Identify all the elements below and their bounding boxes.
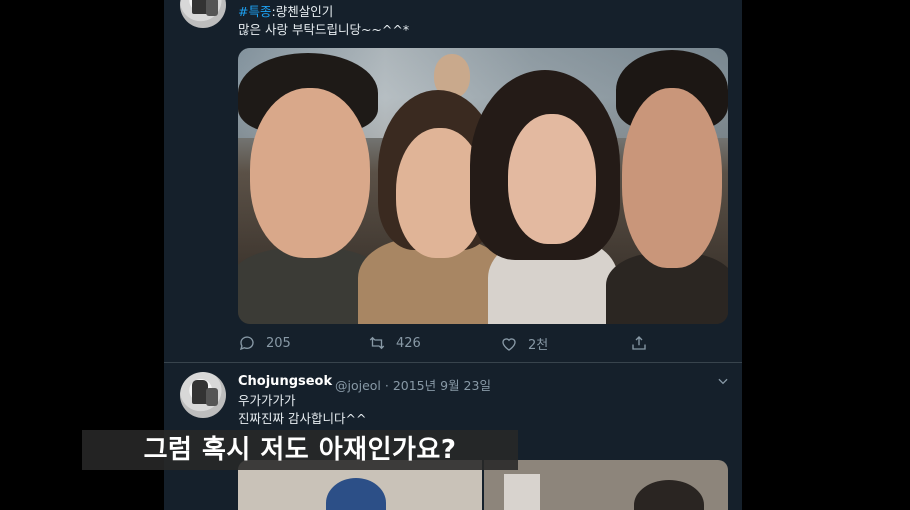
tweet-actions: 205 426 2천 [238, 334, 708, 354]
tweet-photo[interactable] [484, 460, 728, 510]
chevron-down-icon[interactable] [716, 374, 730, 388]
photo-person [622, 88, 722, 268]
retweet-count: 426 [396, 335, 421, 351]
like-button[interactable]: 2천 [500, 334, 548, 353]
photo-detail [504, 474, 540, 510]
tweet-divider [164, 362, 742, 363]
reply-button[interactable]: 205 [238, 334, 291, 352]
reply-icon [239, 336, 254, 351]
author-name[interactable]: Chojungseok [238, 374, 332, 389]
avatar[interactable] [180, 372, 226, 418]
tweet-text-rest: :량첸살인기 [271, 4, 334, 19]
photo-person [250, 88, 370, 258]
tweet-text: 우가가가가 [238, 393, 296, 408]
avatar[interactable] [180, 0, 226, 28]
photo-person [634, 480, 704, 510]
share-icon [632, 336, 646, 350]
hashtag-link[interactable]: #특종 [238, 4, 271, 19]
tweet-photo[interactable] [238, 48, 728, 324]
photo-person [326, 478, 386, 510]
retweet-button[interactable]: 426 [368, 334, 421, 352]
tweet-text-line2: 많은 사랑 부탁드립니당~~^^* [238, 22, 410, 37]
video-subtitle: 그럼 혹시 저도 아재인가요? [82, 430, 518, 470]
like-count: 2천 [528, 338, 549, 353]
like-icon [502, 337, 516, 351]
author-handle-date[interactable]: @jojeol · 2015년 9월 23일 [335, 375, 491, 394]
tweet-text: #특종:량첸살인기 [238, 3, 333, 21]
reply-count: 205 [266, 335, 291, 351]
photo-person [508, 114, 596, 244]
share-button[interactable] [630, 334, 648, 352]
retweet-icon [369, 336, 385, 350]
tweet-text-line2: 진짜진짜 감사합니다^^ [238, 411, 367, 426]
